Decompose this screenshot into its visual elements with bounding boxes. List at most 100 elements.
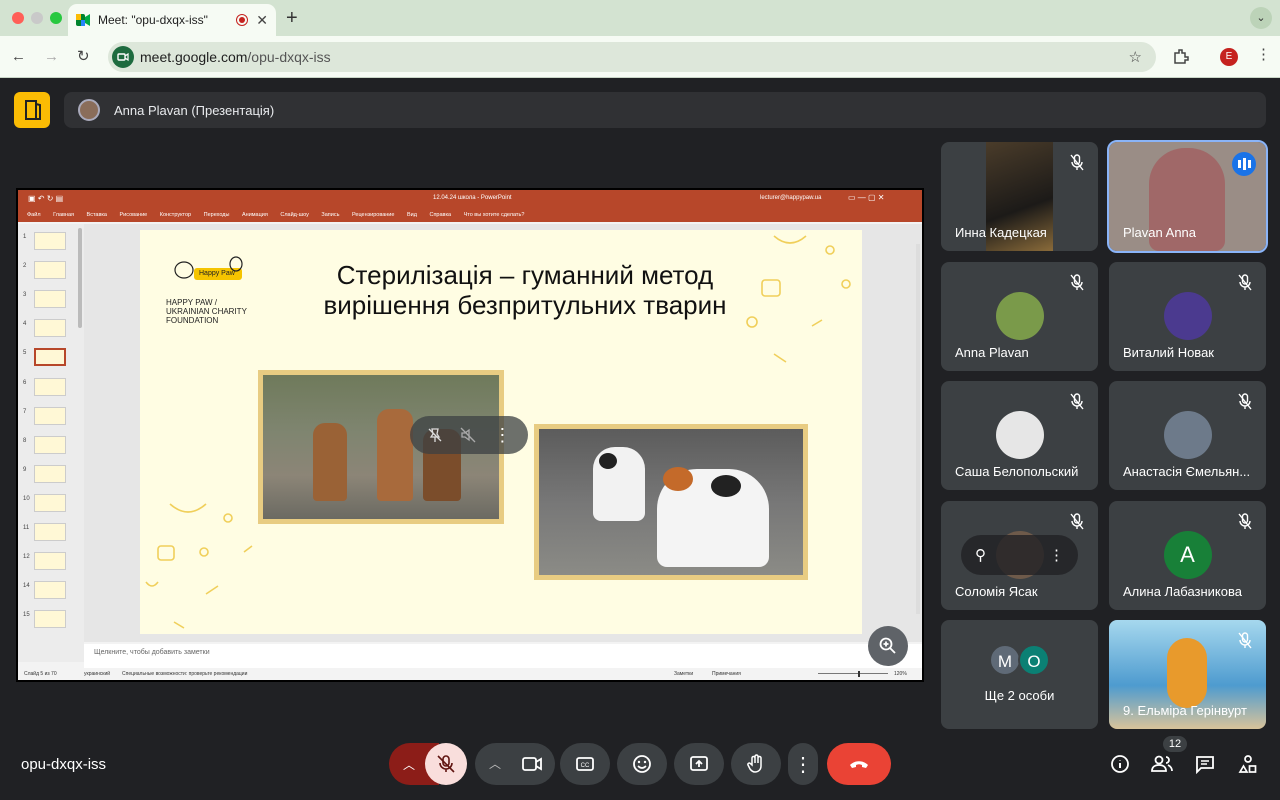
reactions-button[interactable] xyxy=(617,743,667,785)
mic-muted-icon xyxy=(1070,393,1084,410)
present-screen-button[interactable] xyxy=(674,743,724,785)
more-options-button[interactable]: ⋮ xyxy=(788,743,818,785)
ppt-menu-design[interactable]: Конструктор xyxy=(160,212,191,218)
speaking-indicator-icon xyxy=(1232,152,1256,176)
companion-mode-button[interactable] xyxy=(14,92,50,128)
address-bar[interactable]: meet.google.com/opu-dxqx-iss ☆ xyxy=(108,42,1156,72)
slide-thumbnail[interactable] xyxy=(34,232,66,250)
video-options-chevron-icon[interactable]: ︿ xyxy=(489,755,501,772)
ppt-menu-review[interactable]: Рецензирование xyxy=(352,212,394,218)
slide-thumbnail[interactable] xyxy=(34,290,66,309)
browser-tab[interactable]: Meet: "opu-dxqx-iss" ✕ xyxy=(68,4,276,36)
slide-thumbnail[interactable] xyxy=(34,610,66,629)
more-options-icon[interactable]: ⋮ xyxy=(493,425,511,446)
ppt-quick-access-icon[interactable]: ▣ ↶ ↻ ▤ xyxy=(28,194,63,203)
participant-tile[interactable]: Саша Белопольский xyxy=(941,381,1098,490)
activities-icon[interactable] xyxy=(1238,754,1258,774)
hand-icon xyxy=(747,754,762,773)
new-tab-button[interactable]: + xyxy=(286,7,298,30)
zoom-slider-thumb[interactable] xyxy=(858,671,860,677)
slide-thumbnail[interactable] xyxy=(34,435,66,454)
slide-thumbnail[interactable] xyxy=(34,319,66,338)
ppt-ribbon-menu: Файл Главная Вставка Рисование Конструкт… xyxy=(18,210,922,222)
participant-tile[interactable]: Виталий Новак xyxy=(1109,262,1266,371)
slide-thumbnail[interactable] xyxy=(34,377,66,396)
participant-tile[interactable]: A Алина Лабазникова xyxy=(1109,501,1266,610)
camera-icon[interactable] xyxy=(521,754,543,774)
ppt-menu-file[interactable]: Файл xyxy=(27,212,41,218)
ppt-menu-transitions[interactable]: Переходы xyxy=(204,212,230,218)
ppt-menu-insert[interactable]: Вставка xyxy=(87,212,107,218)
participant-tile[interactable]: Инна Кадецкая xyxy=(941,142,1098,251)
ppt-menu-record[interactable]: Запись xyxy=(321,212,339,218)
status-language[interactable]: украинский xyxy=(84,671,110,677)
thumbnail-scrollbar[interactable] xyxy=(78,228,82,328)
door-icon xyxy=(25,100,41,120)
extensions-icon[interactable] xyxy=(1172,47,1190,65)
minimize-window-button[interactable] xyxy=(31,12,43,24)
pin-icon[interactable]: ⚲ xyxy=(975,546,986,564)
ppt-window-controls-icon[interactable]: ▭ — ▢ ✕ xyxy=(848,193,885,202)
ppt-menu-draw[interactable]: Рисование xyxy=(120,212,148,218)
slide-thumbnail[interactable] xyxy=(34,261,66,280)
meeting-info-icon[interactable] xyxy=(1110,754,1130,774)
browser-toolbar: ← → ↻ meet.google.com/opu-dxqx-iss ☆ E ⋮ xyxy=(0,36,1280,78)
microphone-toggle-button[interactable] xyxy=(425,743,467,785)
slide-thumbnail[interactable] xyxy=(34,493,66,512)
status-zoom: 120% xyxy=(894,671,907,677)
slide-thumbnail-number: 8 xyxy=(23,437,27,444)
mute-audio-icon[interactable] xyxy=(460,427,476,443)
slide-scrollbar[interactable] xyxy=(916,244,920,614)
more-participants-tile[interactable]: M O Ще 2 особи xyxy=(941,620,1098,729)
participant-tile[interactable]: Plavan Anna xyxy=(1107,140,1268,253)
ppt-menu-view[interactable]: Вид xyxy=(407,212,417,218)
participant-name: Саша Белопольский xyxy=(955,464,1079,479)
tile-more-options-icon[interactable]: ⋮ xyxy=(1049,546,1064,564)
chat-icon[interactable] xyxy=(1195,754,1215,774)
captions-button[interactable]: CC xyxy=(560,743,610,785)
ppt-menu-animations[interactable]: Анимация xyxy=(242,212,268,218)
ppt-menu-help[interactable]: Справка xyxy=(429,212,451,218)
profile-avatar[interactable]: E xyxy=(1220,48,1238,66)
browser-menu-icon[interactable]: ⋮ xyxy=(1256,46,1271,64)
raise-hand-button[interactable] xyxy=(731,743,781,785)
presenter-avatar xyxy=(78,99,100,121)
participant-tile[interactable]: Anna Plavan xyxy=(941,262,1098,371)
tab-search-chevron-icon[interactable]: ⌄ xyxy=(1250,7,1272,29)
slide-thumbnail-pane: 1 2 3 4 5 6 7 8 9 10 11 12 14 15 xyxy=(18,224,84,662)
site-info-icon[interactable] xyxy=(112,46,134,68)
ppt-menu-home[interactable]: Главная xyxy=(53,212,74,218)
participant-avatar xyxy=(1163,411,1212,459)
participant-tile[interactable]: Соломія Ясак ⚲ ⋮ xyxy=(941,501,1098,610)
close-tab-icon[interactable]: ✕ xyxy=(256,12,268,29)
status-comments-button[interactable]: Примечания xyxy=(712,671,741,677)
people-icon[interactable] xyxy=(1151,754,1173,774)
slide-thumbnail[interactable] xyxy=(34,348,66,367)
back-arrow-icon[interactable]: ← xyxy=(11,48,26,66)
notes-pane[interactable]: Щелкните, чтобы добавить заметки xyxy=(84,644,922,668)
reload-icon[interactable]: ↻ xyxy=(77,48,90,66)
presentation-tile-hover-bar: ⋮ xyxy=(410,416,528,454)
bookmark-star-icon[interactable]: ☆ xyxy=(1129,48,1142,66)
ppt-tell-me[interactable]: Что вы хотите сделать? xyxy=(464,212,525,218)
zoom-presentation-button[interactable] xyxy=(868,626,908,666)
leave-call-button[interactable] xyxy=(827,743,891,785)
forward-arrow-icon[interactable]: → xyxy=(44,48,59,66)
slide-thumbnail-number: 15 xyxy=(23,612,30,619)
status-accessibility[interactable]: Специальные возможности: проверьте реком… xyxy=(122,671,247,677)
mic-off-icon xyxy=(437,755,455,773)
zoom-slider[interactable] xyxy=(818,673,888,674)
slide-thumbnail[interactable] xyxy=(34,464,66,483)
ppt-menu-slideshow[interactable]: Слайд-шоу xyxy=(280,212,309,218)
close-window-button[interactable] xyxy=(12,12,24,24)
slide-thumbnail[interactable] xyxy=(34,552,66,571)
mic-muted-icon xyxy=(1238,513,1252,530)
status-notes-button[interactable]: Заметки xyxy=(674,671,693,677)
participant-tile[interactable]: Анастасія Ємельян... xyxy=(1109,381,1266,490)
slide-thumbnail[interactable] xyxy=(34,406,66,425)
slide-thumbnail[interactable] xyxy=(34,581,66,600)
slide-thumbnail[interactable] xyxy=(34,523,66,541)
zoom-window-button[interactable] xyxy=(50,12,62,24)
unpin-icon[interactable] xyxy=(427,427,443,443)
participant-tile[interactable]: 9. Ельміра Герінвурт xyxy=(1109,620,1266,729)
